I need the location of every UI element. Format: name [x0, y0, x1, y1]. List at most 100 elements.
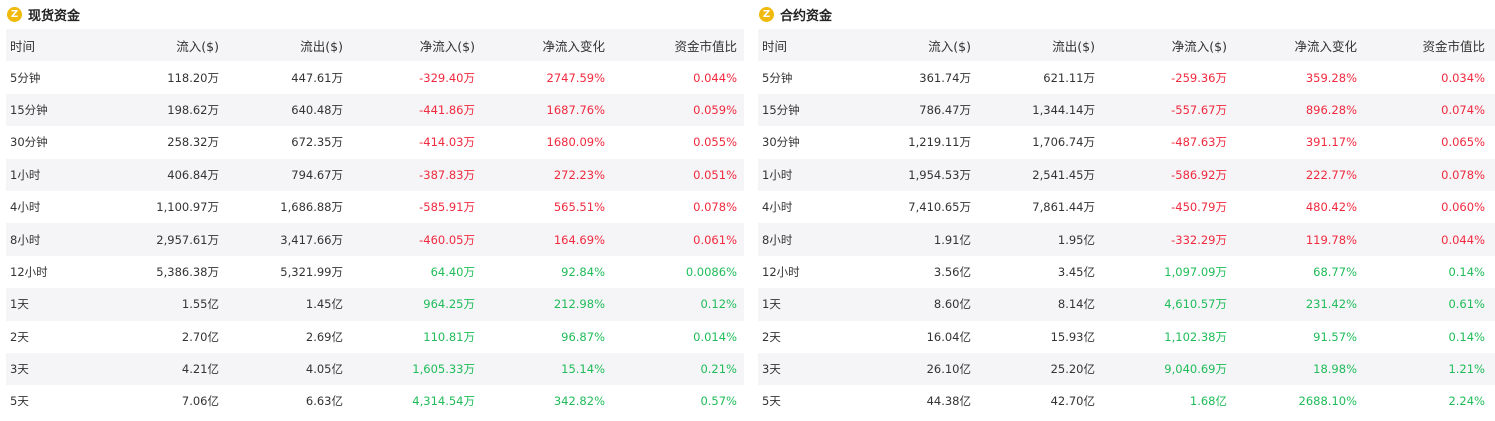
cell-net-inflow: 4,610.57万 — [1164, 297, 1227, 312]
cell-outflow: 1,686.88万 — [280, 200, 343, 215]
futures-funds-table: 时间 流入($) 流出($) 净流入($) 净流入变化 资金市值比 5分钟 361… — [758, 29, 1495, 418]
cell-outflow: 447.61万 — [291, 70, 343, 85]
col-header-outflow: 流出($) — [300, 38, 343, 54]
cell-net-change: 15.14% — [561, 362, 605, 377]
cell-outflow: 1.45亿 — [305, 297, 343, 312]
cell-mcap-ratio: 0.074% — [1441, 102, 1485, 117]
cell-mcap-ratio: 0.078% — [693, 200, 737, 215]
table-row: 12小时 3.56亿 3.45亿 1,097.09万 68.77% 0.14% — [758, 256, 1495, 288]
cell-outflow: 794.67万 — [291, 167, 343, 182]
cell-time: 1天 — [762, 297, 781, 312]
cell-outflow: 42.70亿 — [1050, 394, 1095, 409]
cell-inflow: 258.32万 — [167, 135, 219, 150]
cell-net-inflow: -332.29万 — [1171, 232, 1227, 247]
cell-outflow: 1.95亿 — [1057, 232, 1095, 247]
cell-outflow: 5,321.99万 — [280, 264, 343, 279]
cell-time: 8小时 — [10, 232, 41, 247]
cell-inflow: 118.20万 — [167, 70, 219, 85]
cell-net-change: 18.98% — [1313, 362, 1357, 377]
cell-net-change: 1687.76% — [546, 102, 605, 117]
cell-net-change: 68.77% — [1313, 264, 1357, 279]
cell-outflow: 621.11万 — [1043, 70, 1095, 85]
cell-outflow: 6.63亿 — [305, 394, 343, 409]
cell-time: 3天 — [762, 362, 781, 377]
cell-time: 4小时 — [10, 200, 41, 215]
cell-inflow: 26.10亿 — [926, 362, 971, 377]
panel-title: 现货资金 — [28, 9, 81, 24]
cell-inflow: 2.70亿 — [181, 329, 219, 344]
cell-mcap-ratio: 0.051% — [693, 167, 737, 182]
cell-inflow: 1,954.53万 — [908, 167, 971, 182]
cell-mcap-ratio: 0.034% — [1441, 70, 1485, 85]
cell-inflow: 198.62万 — [167, 102, 219, 117]
table-row: 5分钟 361.74万 621.11万 -259.36万 359.28% 0.034% — [758, 61, 1495, 93]
cell-mcap-ratio: 0.060% — [1441, 200, 1485, 215]
table-row: 3天 26.10亿 25.20亿 9,040.69万 18.98% 1.21% — [758, 352, 1495, 386]
cell-mcap-ratio: 0.57% — [700, 394, 737, 409]
cell-mcap-ratio: 0.21% — [700, 362, 737, 377]
cell-mcap-ratio: 0.14% — [1448, 264, 1485, 279]
cell-net-inflow: 110.81万 — [423, 329, 475, 344]
cell-net-change: 1680.09% — [546, 135, 605, 150]
cell-net-change: 359.28% — [1305, 70, 1357, 85]
cell-inflow: 7,410.65万 — [908, 200, 971, 215]
col-header-inflow: 流入($) — [176, 38, 219, 54]
panel-title: 合约资金 — [780, 9, 833, 24]
cell-inflow: 1,219.11万 — [908, 135, 971, 150]
spot-funds-panel: Z 现货资金 时间 流入($) 流出($) 净流入($) 净流入变化 资金市值比… — [6, 0, 744, 421]
cell-mcap-ratio: 0.044% — [693, 70, 737, 85]
cell-net-change: 119.78% — [1305, 232, 1357, 247]
cell-net-change: 342.82% — [553, 394, 605, 409]
cell-inflow: 406.84万 — [167, 167, 219, 182]
cell-outflow: 8.14亿 — [1057, 297, 1095, 312]
cell-net-inflow: -586.92万 — [1171, 167, 1227, 182]
cell-outflow: 3,417.66万 — [280, 232, 343, 247]
table-header-row: 时间 流入($) 流出($) 净流入($) 净流入变化 资金市值比 — [6, 29, 744, 62]
cell-net-inflow: -585.91万 — [419, 200, 475, 215]
cell-time: 1小时 — [762, 167, 793, 182]
cell-time: 12小时 — [10, 264, 48, 279]
cell-net-change: 272.23% — [553, 167, 605, 182]
cell-time: 15分钟 — [10, 102, 48, 117]
col-header-outflow: 流出($) — [1052, 38, 1095, 54]
cell-time: 30分钟 — [10, 135, 48, 150]
cell-time: 3天 — [10, 362, 29, 377]
table-row: 3天 4.21亿 4.05亿 1,605.33万 15.14% 0.21% — [6, 352, 744, 386]
cell-net-change: 222.77% — [1305, 167, 1357, 182]
cell-mcap-ratio: 1.21% — [1448, 362, 1485, 377]
cell-net-change: 391.17% — [1305, 135, 1357, 150]
table-row: 5分钟 118.20万 447.61万 -329.40万 2747.59% 0.044% — [6, 61, 744, 93]
spot-funds-header: Z 现货资金 — [6, 0, 744, 29]
table-row: 15分钟 198.62万 640.48万 -441.86万 1687.76% 0.059% — [6, 93, 744, 127]
cell-net-inflow: -557.67万 — [1171, 102, 1227, 117]
table-row: 4小时 7,410.65万 7,861.44万 -450.79万 480.42% 0.06… — [758, 191, 1495, 223]
cell-net-inflow: 964.25万 — [423, 297, 475, 312]
table-row: 12小时 5,386.38万 5,321.99万 64.40万 92.84% 0.0086… — [6, 256, 744, 288]
cell-net-inflow: -329.40万 — [419, 70, 475, 85]
cell-mcap-ratio: 0.055% — [693, 135, 737, 150]
cell-time: 1小时 — [10, 167, 41, 182]
cell-mcap-ratio: 0.059% — [693, 102, 737, 117]
spot-funds-table: 时间 流入($) 流出($) 净流入($) 净流入变化 资金市值比 5分钟 118… — [6, 29, 744, 418]
cell-inflow: 1.91亿 — [933, 232, 971, 247]
cell-mcap-ratio: 0.044% — [1441, 232, 1485, 247]
cell-inflow: 44.38亿 — [926, 394, 971, 409]
table-row: 15分钟 786.47万 1,344.14万 -557.67万 896.28% 0.074… — [758, 93, 1495, 127]
cell-mcap-ratio: 0.014% — [693, 329, 737, 344]
cell-inflow: 4.21亿 — [181, 362, 219, 377]
cell-net-change: 92.84% — [561, 264, 605, 279]
cell-outflow: 7,861.44万 — [1032, 200, 1095, 215]
cell-net-change: 2688.10% — [1298, 394, 1357, 409]
cell-net-change: 212.98% — [553, 297, 605, 312]
table-row: 2天 2.70亿 2.69亿 110.81万 96.87% 0.014% — [6, 321, 744, 353]
futures-funds-panel: Z 合约资金 时间 流入($) 流出($) 净流入($) 净流入变化 资金市值比… — [758, 0, 1495, 421]
cell-time: 4小时 — [762, 200, 793, 215]
cell-outflow: 3.45亿 — [1057, 264, 1095, 279]
cell-time: 15分钟 — [762, 102, 800, 117]
cell-outflow: 2.69亿 — [305, 329, 343, 344]
cell-inflow: 2,957.61万 — [156, 232, 219, 247]
cell-net-change: 565.51% — [553, 200, 605, 215]
cell-net-change: 96.87% — [561, 329, 605, 344]
table-body: 5分钟 118.20万 447.61万 -329.40万 2747.59% 0.044% 1… — [6, 61, 744, 417]
col-header-net-inflow: 净流入($) — [1171, 38, 1227, 54]
